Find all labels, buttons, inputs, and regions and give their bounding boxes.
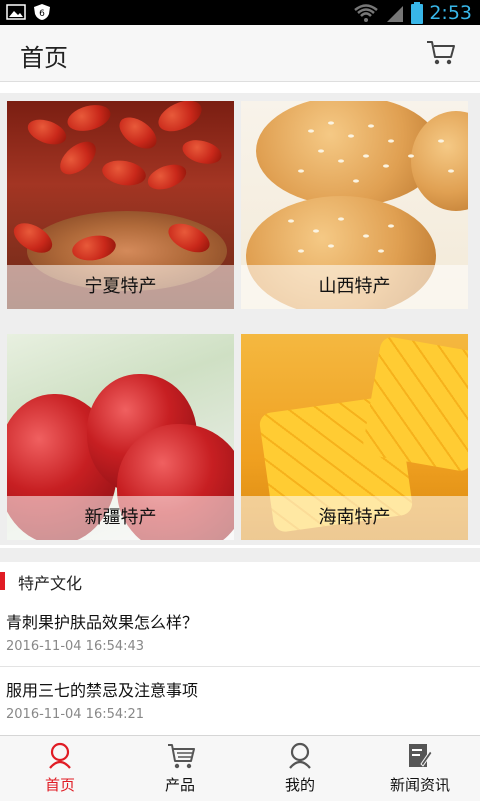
status-bar: 6 2:53	[0, 0, 480, 25]
gallery-icon	[6, 4, 26, 20]
page-title: 首页	[20, 44, 68, 72]
category-shanxi[interactable]: 山西特产	[241, 101, 468, 309]
svg-text:6: 6	[39, 9, 45, 19]
bottom-tab-bar: 首页 产品 我的 新闻资讯	[0, 735, 480, 801]
category-label: 宁夏特产	[7, 265, 234, 309]
tab-label: 新闻资讯	[389, 776, 450, 794]
goji-berry	[64, 101, 114, 136]
goji-berry	[113, 111, 163, 155]
tab-label: 我的	[284, 776, 315, 794]
category-label: 新疆特产	[7, 496, 234, 540]
news-item[interactable]: 服用三七的禁忌及注意事项 2016-11-04 16:54:21	[0, 667, 480, 734]
goji-berry	[179, 136, 225, 168]
signal-icon	[387, 5, 404, 22]
news-title: 青刺果护肤品效果怎么样？	[6, 613, 199, 632]
clock: 2:53	[429, 1, 472, 24]
goji-berry	[24, 114, 70, 150]
cart-icon[interactable]	[426, 39, 456, 67]
category-label: 海南特产	[241, 496, 468, 540]
app-header: 首页	[0, 25, 480, 82]
section-accent-bar	[0, 572, 5, 590]
goji-berry	[153, 101, 207, 138]
cart-icon	[168, 744, 195, 769]
news-item[interactable]: 青刺果护肤品效果怎么样？ 2016-11-04 16:54:43	[0, 599, 480, 667]
user-icon	[289, 742, 311, 769]
news-date: 2016-11-04 16:54:21	[6, 707, 145, 722]
goji-berry	[144, 159, 190, 195]
tab-products[interactable]: 产品	[120, 736, 240, 801]
news-date: 2016-11-04 16:54:43	[6, 639, 145, 654]
tab-label: 首页	[44, 776, 75, 794]
tab-home[interactable]: 首页	[0, 736, 120, 801]
mango-slice	[361, 335, 468, 473]
category-hainan[interactable]: 海南特产	[241, 334, 468, 540]
category-label: 山西特产	[241, 265, 468, 309]
tab-mine[interactable]: 我的	[240, 736, 360, 801]
category-ningxia[interactable]: 宁夏特产	[7, 101, 234, 309]
home-person-icon	[49, 742, 71, 769]
tab-news[interactable]: 新闻资讯	[360, 736, 480, 801]
news-title: 服用三七的禁忌及注意事项	[6, 681, 199, 700]
tab-label: 产品	[164, 776, 195, 794]
section-divider	[0, 548, 480, 562]
section-header: 特产文化	[0, 566, 480, 596]
wifi-icon	[354, 3, 379, 22]
section-title: 特产文化	[18, 574, 83, 593]
category-xinjiang[interactable]: 新疆特产	[7, 334, 234, 540]
battery-icon	[411, 1, 424, 24]
goji-berry	[100, 157, 148, 189]
shield-icon: 6	[34, 4, 50, 20]
news-edit-icon	[409, 744, 433, 767]
